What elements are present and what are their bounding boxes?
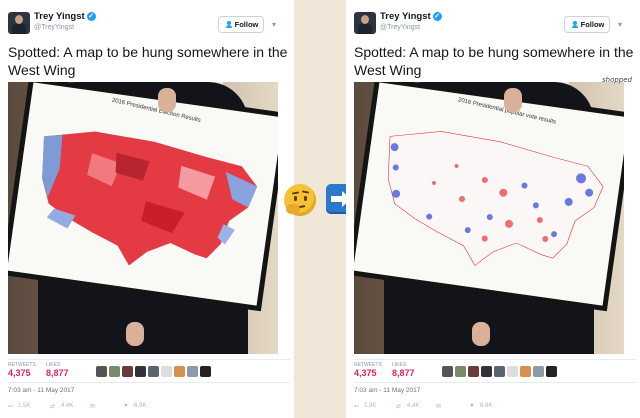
chevron-down-icon[interactable]: ▾ (618, 20, 622, 29)
avatar[interactable] (494, 366, 505, 377)
reply-icon[interactable]: ↩ (354, 403, 359, 410)
retweets-count: 4,375 (354, 368, 377, 378)
us-dot-map (387, 131, 604, 266)
tweet-card-left: Trey Yingst ✓ @TreyYingst Follow ▾ Spotte… (0, 0, 294, 418)
follow-person-icon (570, 20, 578, 29)
retweets-count: 4,375 (8, 368, 31, 378)
avatar[interactable] (546, 366, 557, 377)
avatar[interactable] (455, 366, 466, 377)
avatar[interactable] (148, 366, 159, 377)
tweet-timestamp[interactable]: 7:03 am - 11 May 2017 (8, 387, 74, 394)
avatar[interactable] (354, 12, 376, 34)
reply-count: 1.5K (18, 403, 31, 409)
tweet-text: Spotted: A map to be hung somewhere in t… (8, 44, 288, 78)
avatar[interactable] (96, 366, 107, 377)
engagement-stats: RETWEETS 4,375 LIKES 8,877 (8, 359, 290, 383)
engagement-stats: RETWEETS 4,375 LIKES 8,877 (354, 359, 636, 383)
retweet-icon[interactable]: ⇄ (396, 403, 401, 410)
tweet-text: Spotted: A map to be hung somewhere in t… (354, 44, 634, 78)
likes-count: 8,877 (392, 368, 415, 378)
reply-count: 1.9K (364, 403, 377, 409)
user-handle[interactable]: @TreyYingst (34, 24, 74, 31)
user-name-text: Trey Yingst (380, 11, 431, 22)
avatar[interactable] (533, 366, 544, 377)
heart-icon[interactable]: ♥ (124, 403, 128, 409)
avatar[interactable] (442, 366, 453, 377)
avatar[interactable] (109, 366, 120, 377)
liker-avatars (96, 366, 211, 377)
liker-avatars (442, 366, 557, 377)
verified-icon: ✓ (86, 11, 96, 21)
dm-icon[interactable]: ✉ (436, 403, 441, 410)
like-count: 8.9K (134, 403, 147, 409)
avatar[interactable] (135, 366, 146, 377)
heart-icon[interactable]: ♥ (470, 403, 474, 409)
avatar[interactable] (8, 12, 30, 34)
tweet-card-right: Trey Yingst ✓ @TreyYingst Follow ▾ Spotte… (346, 0, 640, 418)
framed-map: 2016 Presidential popular vote results (354, 82, 624, 312)
avatar[interactable] (507, 366, 518, 377)
like-count: 8.8K (480, 403, 493, 409)
avatar[interactable] (481, 366, 492, 377)
watermark: shopped (602, 76, 633, 84)
avatar[interactable] (187, 366, 198, 377)
avatar[interactable] (161, 366, 172, 377)
likes-stat[interactable]: LIKES 8,877 (46, 362, 69, 378)
dm-icon[interactable]: ✉ (90, 403, 95, 410)
tweet-timestamp[interactable]: 7:03 am - 11 May 2017 (354, 387, 420, 394)
follow-label: Follow (234, 20, 259, 29)
verified-icon: ✓ (432, 11, 442, 21)
avatar[interactable] (122, 366, 133, 377)
user-name[interactable]: Trey Yingst ✓ (380, 11, 442, 22)
follow-label: Follow (580, 20, 605, 29)
avatar[interactable] (200, 366, 211, 377)
reply-icon[interactable]: ↩ (8, 403, 13, 410)
retweets-stat[interactable]: RETWEETS 4,375 (354, 362, 382, 378)
avatar[interactable] (468, 366, 479, 377)
tweet-photo[interactable]: 2016 Presidential Election Results (8, 82, 278, 354)
follow-person-icon (224, 20, 232, 29)
tweet-actions: ↩ 1.5K ⇄ 4.4K ✉ ♥ 8.9K (8, 403, 168, 415)
framed-map: 2016 Presidential Election Results (8, 82, 278, 312)
thinking-face-emoji (284, 184, 316, 216)
us-county-map (42, 131, 258, 266)
user-name-text: Trey Yingst (34, 11, 85, 22)
avatar[interactable] (520, 366, 531, 377)
user-handle[interactable]: @TreyYingst (380, 24, 420, 31)
likes-count: 8,877 (46, 368, 69, 378)
likes-stat[interactable]: LIKES 8,877 (392, 362, 415, 378)
tweet-photo[interactable]: 2016 Presidential popular vote results (354, 82, 624, 354)
retweet-count: 4.4K (407, 403, 420, 409)
follow-button[interactable]: Follow (564, 16, 610, 33)
retweet-icon[interactable]: ⇄ (50, 403, 55, 410)
tweet-actions: ↩ 1.9K ⇄ 4.4K ✉ ♥ 8.8K (354, 403, 514, 415)
user-name[interactable]: Trey Yingst ✓ (34, 11, 96, 22)
retweets-stat[interactable]: RETWEETS 4,375 (8, 362, 36, 378)
retweet-count: 4.4K (61, 403, 74, 409)
avatar[interactable] (174, 366, 185, 377)
follow-button[interactable]: Follow (218, 16, 264, 33)
chevron-down-icon[interactable]: ▾ (272, 20, 276, 29)
